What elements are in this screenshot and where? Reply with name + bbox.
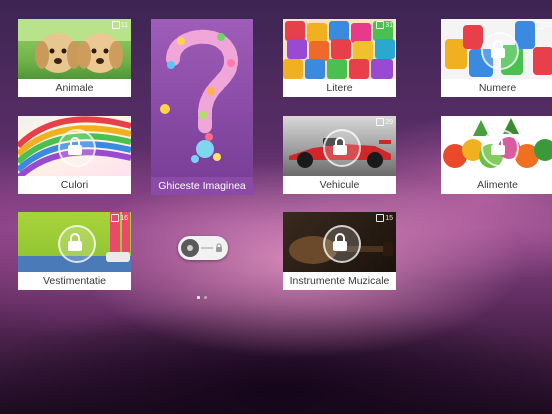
lock-icon (57, 129, 96, 167)
category-tile-ghiceste-imaginea[interactable]: Ghiceste Imaginea (151, 19, 253, 195)
category-label: Instrumente Muzicale (283, 272, 396, 290)
vehicule-image: 29 (283, 116, 396, 176)
category-label: Ghiceste Imaginea (151, 177, 253, 195)
lock-icon (480, 129, 519, 167)
item-count-badge: 29 (376, 118, 393, 126)
lock-icon (480, 32, 519, 70)
category-tile-animale[interactable]: 11 Animale (18, 19, 131, 97)
lock-icon (322, 225, 361, 263)
category-label: Vestimentatie (18, 272, 131, 290)
page-dot-2[interactable] (204, 296, 207, 299)
animale-image: 11 (18, 19, 131, 79)
numere-image: 11 (441, 19, 552, 79)
instrumente-muzicale-image: 15 (283, 212, 396, 272)
alimente-image: 47 (441, 116, 552, 176)
item-count-badge: 15 (376, 214, 393, 222)
category-tile-numere[interactable]: 11 Numere (441, 19, 552, 97)
item-count-badge: 16 (111, 214, 128, 222)
item-count-badge: 47 (534, 118, 551, 126)
category-label: Alimente (441, 176, 552, 194)
category-label: Culori (18, 176, 131, 194)
category-tile-vehicule[interactable]: 29 Vehicule (283, 116, 396, 194)
page-indicator (197, 296, 207, 299)
category-tile-instrumente-muzicale[interactable]: 15 Instrumente Muzicale (283, 212, 396, 290)
litere-image: 31 (283, 19, 396, 79)
category-label: Numere (441, 79, 552, 97)
item-count-badge: 11 (111, 21, 128, 29)
category-tile-culori[interactable]: Culori (18, 116, 131, 194)
lock-icon (57, 225, 96, 263)
category-tile-alimente[interactable]: 47 Alimente (441, 116, 552, 194)
toggle-track (201, 247, 213, 249)
culori-image (18, 116, 131, 176)
small-lock-icon (216, 243, 222, 252)
item-count-badge: 11 (534, 21, 551, 29)
vestimentatie-image: 16 (18, 212, 131, 272)
category-label: Vehicule (283, 176, 396, 194)
unlock-toggle[interactable] (178, 236, 228, 260)
lock-icon (322, 129, 361, 167)
category-tile-vestimentatie[interactable]: 16 Vestimentatie (18, 212, 131, 290)
category-label: Litere (283, 79, 396, 97)
item-count-badge: 31 (376, 21, 393, 29)
page-dot-1[interactable] (197, 296, 200, 299)
category-label: Animale (18, 79, 131, 97)
category-tile-litere[interactable]: 31 Litere (283, 19, 396, 97)
question-mark-image (151, 19, 253, 177)
toggle-knob[interactable] (181, 239, 199, 257)
